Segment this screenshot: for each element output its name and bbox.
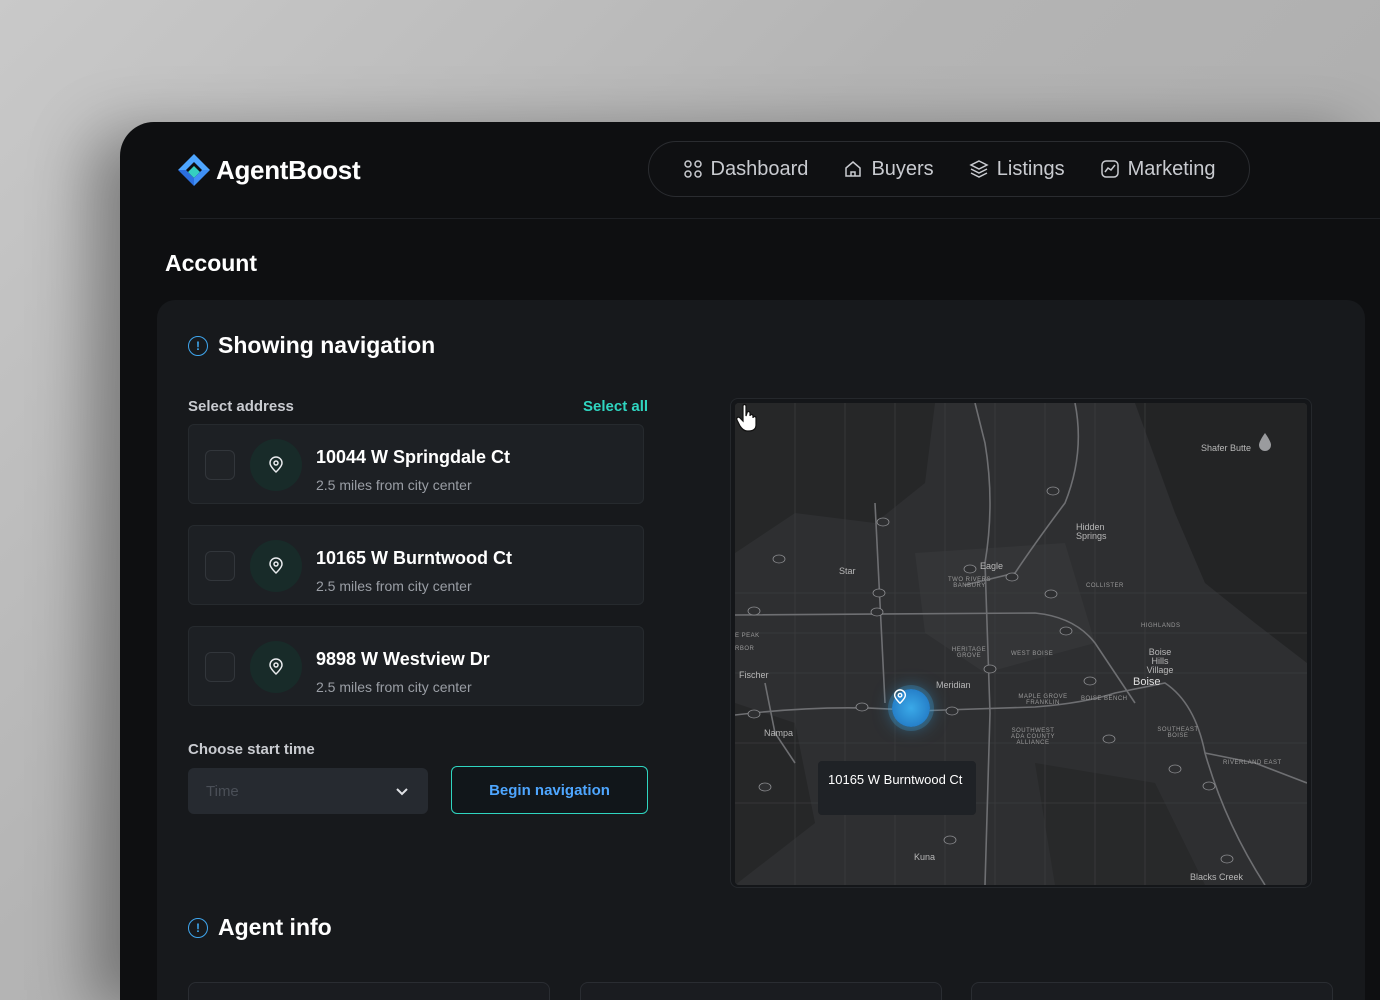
time-select[interactable]: Time <box>188 768 428 814</box>
address-card[interactable]: 10165 W Burntwood Ct 2.5 miles from city… <box>188 525 644 605</box>
map-label-southwest-ada: SOUTHWEST ADA COUNTY ALLIANCE <box>1010 728 1055 746</box>
map-label-highlands: HIGHLANDS <box>1141 623 1181 629</box>
selected-location-pin[interactable] <box>892 689 930 727</box>
map-label-boise-bench: BOISE BENCH <box>1081 696 1128 702</box>
map-label-boise-hills: Boise Hills Village <box>1146 647 1174 675</box>
home-icon <box>845 161 862 177</box>
time-placeholder: Time <box>206 782 239 800</box>
begin-navigation-button[interactable]: Begin navigation <box>451 766 648 814</box>
map-tooltip: 10165 W Burntwood Ct <box>818 761 976 815</box>
showing-navigation-heading: ! Showing navigation <box>188 332 435 359</box>
map-label-eagle: Eagle <box>980 561 1004 571</box>
nav-dashboard[interactable]: Dashboard <box>683 157 809 181</box>
chart-icon <box>1100 160 1119 178</box>
layers-icon <box>969 160 989 178</box>
map[interactable]: Shafer Butte Hidden Springs Eagle Star T… <box>735 403 1307 885</box>
top-nav: Dashboard Buyers Listings Marketing <box>648 141 1250 197</box>
map-label-fischer: Fischer <box>739 670 769 680</box>
address-card[interactable]: 9898 W Westview Dr 2.5 miles from city c… <box>188 626 644 706</box>
select-address-label: Select address <box>188 398 294 415</box>
nav-dashboard-label: Dashboard <box>710 157 809 180</box>
agent-info-title: Agent info <box>218 914 332 940</box>
location-pin-icon <box>250 641 302 693</box>
chevron-down-icon <box>396 788 408 796</box>
grid-icon <box>683 160 702 178</box>
location-pin-icon <box>250 540 302 592</box>
brand-logo[interactable]: AgentBoost <box>176 152 361 188</box>
map-frame: Shafer Butte Hidden Springs Eagle Star T… <box>730 398 1312 888</box>
nav-buyers-label: Buyers <box>871 157 934 180</box>
select-all-link[interactable]: Select all <box>583 398 648 415</box>
agentboost-logo-icon <box>178 154 210 186</box>
address-title: 10165 W Burntwood Ct <box>316 548 513 568</box>
address-distance: 2.5 miles from city center <box>316 578 472 594</box>
info-icon: ! <box>188 917 208 938</box>
app-window: AgentBoost Dashboard Buyers Listings Mar… <box>120 122 1380 1000</box>
showing-navigation-title: Showing navigation <box>218 332 436 358</box>
map-label-shafer-butte: Shafer Butte <box>1201 443 1252 453</box>
header-divider <box>180 218 1380 219</box>
brand-name: AgentBoost <box>216 154 361 185</box>
address-card[interactable]: 10044 W Springdale Ct 2.5 miles from cit… <box>188 424 644 504</box>
address-title: 10044 W Springdale Ct <box>316 447 511 467</box>
nav-marketing[interactable]: Marketing <box>1100 157 1216 181</box>
start-time-label: Choose start time <box>188 741 315 758</box>
nav-listings[interactable]: Listings <box>969 158 1065 181</box>
map-label-meridian: Meridian <box>936 680 971 690</box>
nav-buyers[interactable]: Buyers <box>843 157 934 181</box>
map-label-boise: Boise <box>1133 676 1161 688</box>
agent-card[interactable] <box>188 982 550 1000</box>
map-label-southeast-boise: SOUTHEAST BOISE <box>1157 727 1199 739</box>
map-label-nampa: Nampa <box>764 728 794 738</box>
agent-info-heading: ! Agent info <box>188 914 332 941</box>
nav-marketing-label: Marketing <box>1127 157 1216 180</box>
address-checkbox[interactable] <box>205 652 235 682</box>
location-pin-icon <box>250 439 302 491</box>
map-label-heritage-grove: HERITAGE GROVE <box>951 647 987 659</box>
address-distance: 2.5 miles from city center <box>316 477 472 493</box>
info-icon: ! <box>188 335 208 356</box>
page-title: Account <box>165 250 257 276</box>
map-label-kuna: Kuna <box>914 852 936 862</box>
map-label-star: Star <box>839 566 856 576</box>
agent-card[interactable] <box>580 982 942 1000</box>
map-label-riverland-east: RIVERLAND EAST <box>1223 760 1282 766</box>
agent-card[interactable] <box>971 982 1333 1000</box>
nav-listings-label: Listings <box>996 157 1065 180</box>
address-distance: 2.5 miles from city center <box>316 679 472 695</box>
map-label-arbor: RBOR <box>735 646 755 652</box>
location-pin-icon <box>893 689 907 705</box>
address-title: 9898 W Westview Dr <box>316 649 490 669</box>
account-panel: ! Showing navigation Select address Sele… <box>157 300 1365 1000</box>
address-checkbox[interactable] <box>205 450 235 480</box>
map-label-peak: E PEAK <box>735 633 760 639</box>
map-label-maple-grove: MAPLE GROVE FRANKLIN <box>1018 694 1068 706</box>
map-label-collister: COLLISTER <box>1086 583 1124 589</box>
address-checkbox[interactable] <box>205 551 235 581</box>
map-label-two-rivers: TWO RIVERS BANBURY <box>947 577 991 589</box>
map-label-hidden-springs: Hidden Springs <box>1076 522 1107 541</box>
hand-cursor-icon <box>736 403 757 432</box>
map-label-west-boise: WEST BOISE <box>1011 651 1054 657</box>
map-label-blacks-creek: Blacks Creek <box>1190 872 1244 882</box>
